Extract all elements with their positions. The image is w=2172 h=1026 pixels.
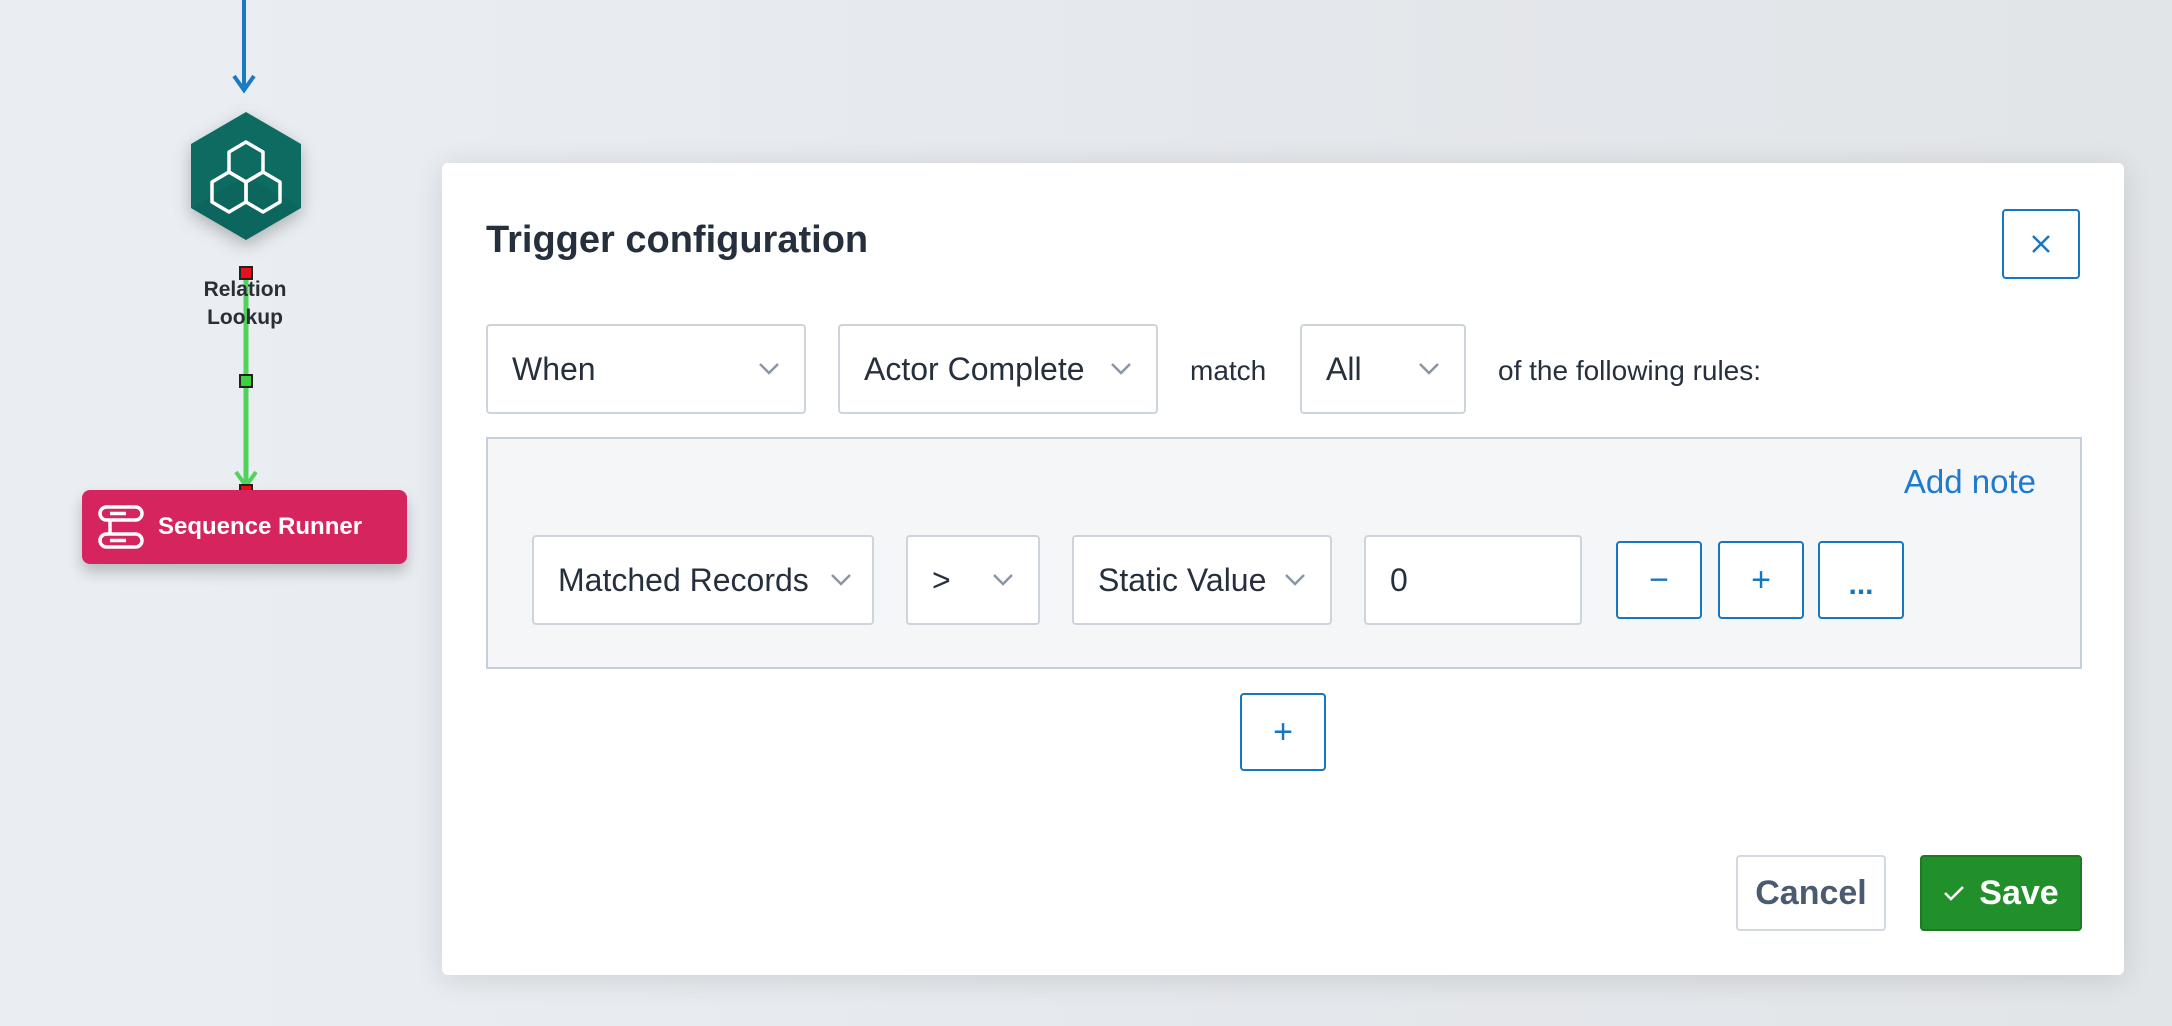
rule-field-value: Matched Records	[558, 561, 809, 598]
match-select[interactable]: All	[1300, 324, 1466, 414]
rule-field-select[interactable]: Matched Records	[532, 535, 874, 625]
check-icon	[1944, 886, 1965, 901]
close-icon	[2032, 235, 2050, 253]
when-select-value: When	[512, 350, 596, 387]
match-label: match	[1190, 355, 1267, 386]
save-button[interactable]: Save	[1920, 855, 2082, 931]
add-note-link[interactable]: Add note	[1904, 463, 2036, 501]
chevron-down-icon	[759, 363, 779, 375]
sequence-runner-label: Sequence Runner	[158, 513, 363, 540]
more-options-button[interactable]: ...	[1818, 541, 1904, 619]
cancel-button[interactable]: Cancel	[1736, 855, 1886, 931]
chevron-down-icon	[1419, 363, 1439, 375]
chevron-down-icon	[1285, 574, 1305, 586]
rules-suffix-label: of the following rules:	[1498, 355, 1762, 386]
save-button-label: Save	[1979, 873, 2059, 912]
rule-value-type-value: Static Value	[1098, 561, 1267, 598]
modal-title: Trigger configuration	[486, 219, 869, 261]
sequence-icon	[98, 505, 144, 549]
when-select[interactable]: When	[486, 324, 806, 414]
chevron-down-icon	[993, 574, 1013, 586]
trigger-config-modal: Trigger configuration When Actor Complet…	[442, 163, 2124, 975]
rule-operator-select[interactable]: >	[906, 535, 1040, 625]
remove-rule-button[interactable]: −	[1616, 541, 1702, 619]
match-select-value: All	[1326, 350, 1362, 387]
event-select-value: Actor Complete	[864, 350, 1085, 387]
rule-value-input[interactable]: 0	[1364, 535, 1582, 625]
relation-lookup-node[interactable]	[191, 112, 301, 240]
relation-lookup-label: Relation Lookup	[203, 278, 287, 329]
add-rule-inline-button[interactable]: +	[1718, 541, 1804, 619]
close-button[interactable]	[2002, 209, 2080, 279]
rule-value-type-select[interactable]: Static Value	[1072, 535, 1332, 625]
sequence-runner-node[interactable]: Sequence Runner	[82, 490, 407, 564]
rules-container: Add note Matched Records > Static Value …	[486, 437, 2082, 669]
chevron-down-icon	[831, 574, 851, 586]
edge-source-handle[interactable]	[239, 266, 253, 280]
chevron-down-icon	[1111, 363, 1131, 375]
event-select[interactable]: Actor Complete	[838, 324, 1158, 414]
edge-midpoint-handle[interactable]	[239, 374, 253, 388]
rule-operator-value: >	[932, 561, 951, 598]
add-rule-button[interactable]: +	[1240, 693, 1326, 771]
